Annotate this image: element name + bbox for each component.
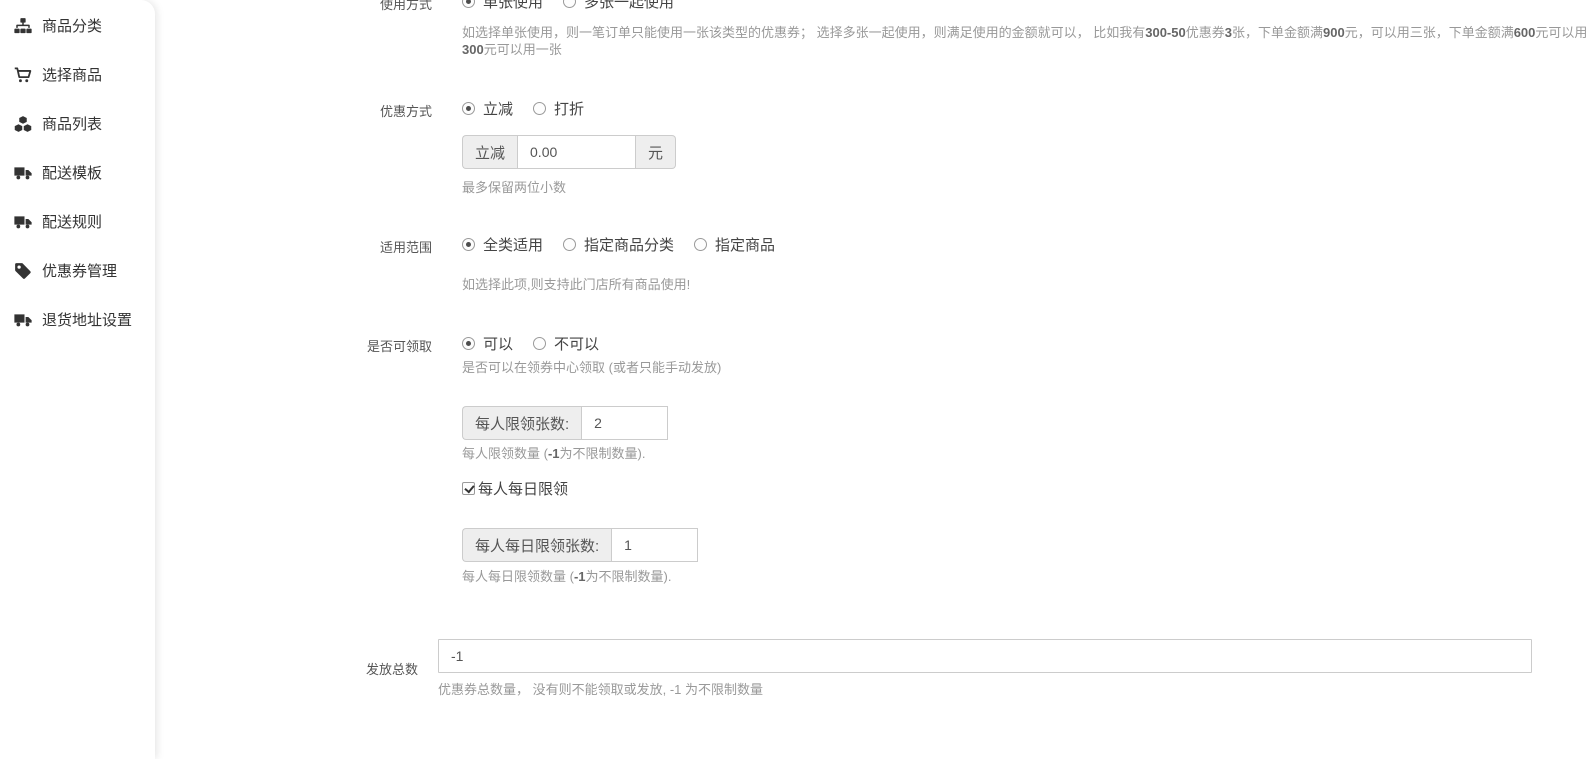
discount-amount-group: 立减 元 xyxy=(462,135,1586,169)
discount-amount-input[interactable] xyxy=(517,135,636,169)
sidebar-item-delivery-template[interactable]: 配送模板 xyxy=(0,148,155,197)
scope-radio-product[interactable] xyxy=(694,238,707,251)
per-person-limit-input[interactable] xyxy=(581,406,668,440)
per-person-limit-help: 每人限领数量 (-1为不限制数量). xyxy=(462,445,1586,462)
sidebar-item-coupon-management[interactable]: 优惠券管理 xyxy=(0,246,155,295)
sidebar-item-label: 配送模板 xyxy=(42,162,102,183)
sidebar-item-label: 优惠券管理 xyxy=(42,260,117,281)
total-label: 发放总数 xyxy=(158,659,418,678)
discount-option-reduce[interactable]: 立减 xyxy=(462,98,513,119)
usage-label: 使用方式 xyxy=(158,0,432,58)
usage-radio-single[interactable] xyxy=(462,0,475,8)
cart-icon xyxy=(13,65,32,84)
form-row-scope: 适用范围 全类适用 指定商品分类 指定商品 如选择此项,则支持此门店所有商品使用… xyxy=(158,234,1586,293)
scope-radio-category[interactable] xyxy=(563,238,576,251)
form-row-usage: 使用方式 单张使用 多张一起使用 如选择单张使用，则一笔订单只能使用一张该类型的… xyxy=(158,0,1586,58)
usage-radio-group: 单张使用 多张一起使用 xyxy=(462,0,1586,11)
sidebar-item-label: 配送规则 xyxy=(42,211,102,232)
sidebar-item-return-address[interactable]: 退货地址设置 xyxy=(0,295,155,344)
sidebar-item-label: 商品列表 xyxy=(42,113,102,134)
sidebar: 商品分类 选择商品 商品列表 配送模板 配送规则 优惠券管理 退 xyxy=(0,0,155,759)
per-day-limit-input[interactable] xyxy=(611,528,698,562)
discount-amount-addon: 立减 xyxy=(462,135,517,169)
receivable-label: 是否可领取 xyxy=(158,333,432,585)
scope-label: 适用范围 xyxy=(158,234,432,293)
sidebar-item-delivery-rules[interactable]: 配送规则 xyxy=(0,197,155,246)
sidebar-item-label: 退货地址设置 xyxy=(42,309,132,330)
usage-radio-multiple[interactable] xyxy=(563,0,576,8)
discount-radio-group: 立减 打折 xyxy=(462,98,1586,118)
per-day-limit-addon: 每人每日限领张数: xyxy=(462,528,611,562)
discount-amount-unit: 元 xyxy=(636,135,676,169)
sidebar-item-label: 选择商品 xyxy=(42,64,102,85)
discount-radio-percent[interactable] xyxy=(533,102,546,115)
usage-option-multiple[interactable]: 多张一起使用 xyxy=(563,0,674,12)
form-row-receivable: 是否可领取 可以 不可以 是否可以在领券中心领取 (或者只能手动发放) 每人限领… xyxy=(158,333,1586,585)
cubes-icon xyxy=(13,114,32,133)
truck-icon xyxy=(13,163,32,182)
sidebar-item-label: 商品分类 xyxy=(42,15,102,36)
usage-help-line2: 300元可以用一张 xyxy=(462,41,1586,58)
sidebar-item-select-product[interactable]: 选择商品 xyxy=(0,50,155,99)
scope-radio-all[interactable] xyxy=(462,238,475,251)
coupon-form: 使用方式 单张使用 多张一起使用 如选择单张使用，则一笔订单只能使用一张该类型的… xyxy=(158,0,1586,698)
scope-option-all[interactable]: 全类适用 xyxy=(462,234,543,255)
receivable-radio-group: 可以 不可以 xyxy=(462,333,1586,353)
total-help: 优惠券总数量， 没有则不能领取或发放, -1 为不限制数量 xyxy=(438,681,1586,698)
per-person-limit-group: 每人限领张数: xyxy=(462,406,1586,440)
scope-option-category[interactable]: 指定商品分类 xyxy=(563,234,674,255)
sidebar-item-product-list[interactable]: 商品列表 xyxy=(0,99,155,148)
sidebar-item-product-category[interactable]: 商品分类 xyxy=(0,1,155,50)
form-row-total: 发放总数 优惠券总数量， 没有则不能领取或发放, -1 为不限制数量 xyxy=(158,639,1586,698)
receivable-help: 是否可以在领券中心领取 (或者只能手动发放) xyxy=(462,359,1586,376)
scope-option-product[interactable]: 指定商品 xyxy=(694,234,775,255)
usage-option-single[interactable]: 单张使用 xyxy=(462,0,543,12)
scope-radio-group: 全类适用 指定商品分类 指定商品 xyxy=(462,234,1586,254)
form-row-discount: 优惠方式 立减 打折 立减 元 最多保留两位小数 xyxy=(158,98,1586,196)
total-count-input[interactable] xyxy=(438,639,1532,673)
discount-radio-reduce[interactable] xyxy=(462,102,475,115)
discount-help: 最多保留两位小数 xyxy=(462,179,1586,196)
daily-limit-checkbox-row[interactable]: 每人每日限领 xyxy=(462,480,1586,496)
daily-limit-checkbox[interactable] xyxy=(462,482,475,495)
receivable-option-yes[interactable]: 可以 xyxy=(462,333,513,354)
receivable-radio-no[interactable] xyxy=(533,337,546,350)
tag-icon xyxy=(13,261,32,280)
truck-icon xyxy=(13,212,32,231)
per-day-limit-help: 每人每日限领数量 (-1为不限制数量). xyxy=(462,568,1586,585)
receivable-option-no[interactable]: 不可以 xyxy=(533,333,599,354)
discount-option-percent[interactable]: 打折 xyxy=(533,98,584,119)
sitemap-icon xyxy=(13,16,32,35)
truck-icon xyxy=(13,310,32,329)
usage-help-line1: 如选择单张使用，则一笔订单只能使用一张该类型的优惠券； 选择多张一起使用，则满足… xyxy=(462,24,1586,41)
discount-label: 优惠方式 xyxy=(158,98,432,196)
per-day-limit-group: 每人每日限领张数: xyxy=(462,528,1586,562)
scope-help: 如选择此项,则支持此门店所有商品使用! xyxy=(462,276,1586,293)
per-person-limit-addon: 每人限领张数: xyxy=(462,406,581,440)
receivable-radio-yes[interactable] xyxy=(462,337,475,350)
